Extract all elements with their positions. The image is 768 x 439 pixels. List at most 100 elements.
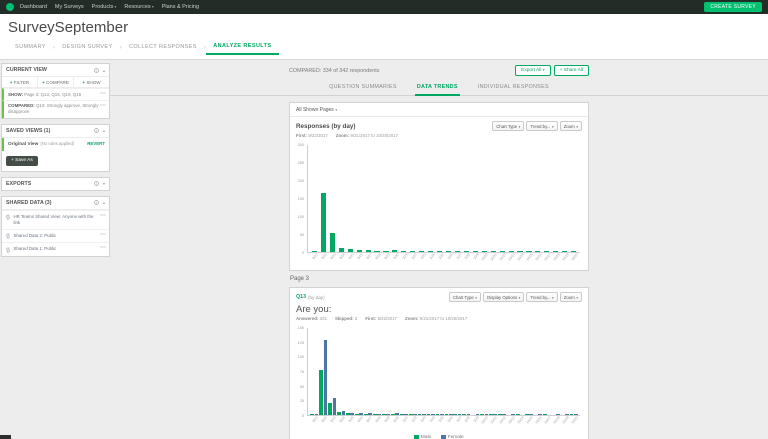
export-all-button[interactable]: Export All (515, 65, 551, 76)
shared-view-item[interactable]: Shared Data 2: Public (2, 228, 109, 243)
trend-by-button[interactable]: Trend by... (526, 292, 558, 302)
button-label: Display Options (487, 294, 518, 300)
nav-plans-pricing[interactable]: Plans & Pricing (162, 4, 199, 10)
original-view-item[interactable]: Original View (No rules applied) REVERT (2, 137, 109, 151)
show-rule: SHOW: Page 3: Q13, Q15, Q19, Q16 (2, 88, 109, 100)
add-compare-button[interactable]: COMPARE (38, 77, 74, 87)
info-icon[interactable] (93, 67, 99, 73)
shared-view-item[interactable]: Shared Data 1: Public (2, 242, 109, 256)
saved-views-header[interactable]: SAVED VIEWS (1) (2, 125, 109, 138)
chart-type-button[interactable]: Chart Type (492, 121, 525, 131)
bar-group (498, 145, 507, 252)
bar (355, 413, 359, 415)
results-main: COMPARED: 334 of 342 respondents Export … (110, 60, 768, 439)
info-icon[interactable] (93, 128, 99, 134)
chart-type-button[interactable]: Chart Type (448, 292, 482, 302)
analyze-sidebar: CURRENT VIEW FILTER COMPARE SHOW SHOW: P… (0, 60, 110, 436)
add-show-button[interactable]: SHOW (74, 77, 109, 87)
bar-group (444, 328, 453, 415)
info-icon[interactable] (93, 200, 99, 206)
y-tick-label: 100 (297, 215, 304, 220)
nav-my-surveys[interactable]: My Surveys (55, 4, 84, 10)
y-tick-label: 100 (297, 355, 304, 360)
shared-data-header[interactable]: SHARED DATA (3) (2, 197, 109, 210)
bar-group (382, 145, 391, 252)
tab-question-summaries[interactable]: QUESTION SUMMARIES (327, 81, 399, 95)
current-view-header[interactable]: CURRENT VIEW (2, 64, 109, 77)
bar (329, 232, 335, 252)
q13-chart-meta: Answered: 331 Skipped: 3 First: 9/22/201… (296, 316, 468, 321)
bar-group (390, 145, 399, 252)
y-tick-label: 75 (299, 370, 304, 374)
exports-header[interactable]: EXPORTS (2, 178, 109, 190)
trend-by-button[interactable]: Trend by... (526, 121, 558, 131)
results-tabs: QUESTION SUMMARIES DATA TRENDS INDIVIDUA… (110, 81, 768, 96)
more-options-icon[interactable] (100, 231, 106, 239)
surveymonkey-logo-icon[interactable] (6, 3, 14, 11)
add-filter-button[interactable]: FILTER (2, 77, 38, 87)
bar (399, 413, 404, 415)
bar (481, 250, 487, 252)
save-as-button[interactable]: + Save As (6, 155, 38, 166)
y-tick-label: 25 (299, 399, 304, 404)
pages-filter-dropdown[interactable]: All Shown Pages (296, 107, 337, 113)
tab-analyze-results[interactable]: ANALYZE RESULTS (206, 41, 279, 55)
bar (463, 250, 469, 252)
tab-individual-responses[interactable]: INDIVIDUAL RESPONSES (476, 81, 551, 95)
chevron-up-icon (103, 200, 105, 205)
toolbar-buttons: Export All + Share All (515, 65, 589, 76)
bar-group (390, 328, 399, 415)
nav-dashboard[interactable]: Dashboard (20, 4, 47, 10)
responses-chart-meta: First: 9/22/2017 Zoom: 9/21/2017 to 10/2… (296, 133, 399, 138)
revert-link[interactable]: REVERT (87, 141, 105, 146)
button-label: Chart Type (452, 294, 474, 300)
share-all-button[interactable]: + Share All (553, 65, 589, 76)
more-options-icon[interactable] (100, 212, 106, 220)
by-day-label: (by day) (308, 294, 325, 300)
more-options-icon[interactable] (100, 90, 106, 98)
bar-group (525, 145, 534, 252)
tab-summary[interactable]: SUMMARY (8, 42, 53, 54)
chart-controls: Chart Type Display Options Trend by... Z… (448, 292, 582, 302)
shared-item-label: Shared Data 2: Public (13, 232, 57, 238)
bar (417, 413, 422, 415)
chevron-down-icon (575, 295, 578, 300)
y-tick-label: 300 (297, 143, 304, 147)
display-options-button[interactable]: Display Options (483, 292, 525, 302)
bar-group (364, 328, 373, 415)
tab-collect-responses[interactable]: COLLECT RESPONSES (122, 42, 204, 54)
bar-group (355, 145, 364, 252)
more-options-icon[interactable] (100, 102, 106, 110)
responses-card: All Shown Pages Responses (by day) Chart… (289, 102, 589, 271)
nav-products[interactable]: Products (92, 4, 117, 10)
nav-resources[interactable]: Resources (124, 4, 153, 10)
x-axis: 9/21 9/22 9/23 9/24 9/25 9/26 9/27 9/28 9/29 9/30… (307, 415, 580, 433)
zoom-button[interactable]: Zoom (559, 121, 582, 131)
bar-group (524, 328, 534, 415)
bar (480, 413, 485, 415)
bar (542, 413, 547, 415)
bar-group (542, 145, 551, 252)
more-options-icon[interactable] (100, 244, 106, 252)
question-number: Q13 (296, 294, 307, 300)
tab-design-survey[interactable]: DESIGN SURVEY (55, 42, 119, 54)
info-icon[interactable] (93, 181, 99, 187)
responses-chart-header: Responses (by day) Chart Type Trend by..… (290, 117, 588, 132)
button-label: Chart Type (496, 123, 518, 129)
rule-label: SHOW: (8, 91, 24, 97)
shared-item-label: HR Teams Shared View: Anyone with the li… (13, 213, 94, 225)
chart-legend: Male Female (290, 433, 588, 439)
chevron-down-icon (550, 295, 553, 300)
compared-respondents-text: COMPARED: 334 of 342 respondents (289, 67, 380, 74)
q13-by-day-chart: 0 25 50 75 100 125 150 9/21 9/22 9/23 9/24 9/25 9/2… (292, 325, 582, 433)
y-tick-label: 150 (297, 326, 304, 330)
button-label: Trend by... (530, 123, 551, 129)
bar-group (471, 328, 480, 415)
bar (346, 413, 350, 415)
zoom-button[interactable]: Zoom (559, 292, 582, 302)
tab-data-trends[interactable]: DATA TRENDS (414, 81, 460, 96)
create-survey-button[interactable]: CREATE SURVEY (704, 2, 762, 12)
bar (498, 413, 502, 415)
shared-view-item[interactable]: HR Teams Shared View: Anyone with the li… (2, 209, 109, 229)
link-icon (6, 214, 10, 220)
